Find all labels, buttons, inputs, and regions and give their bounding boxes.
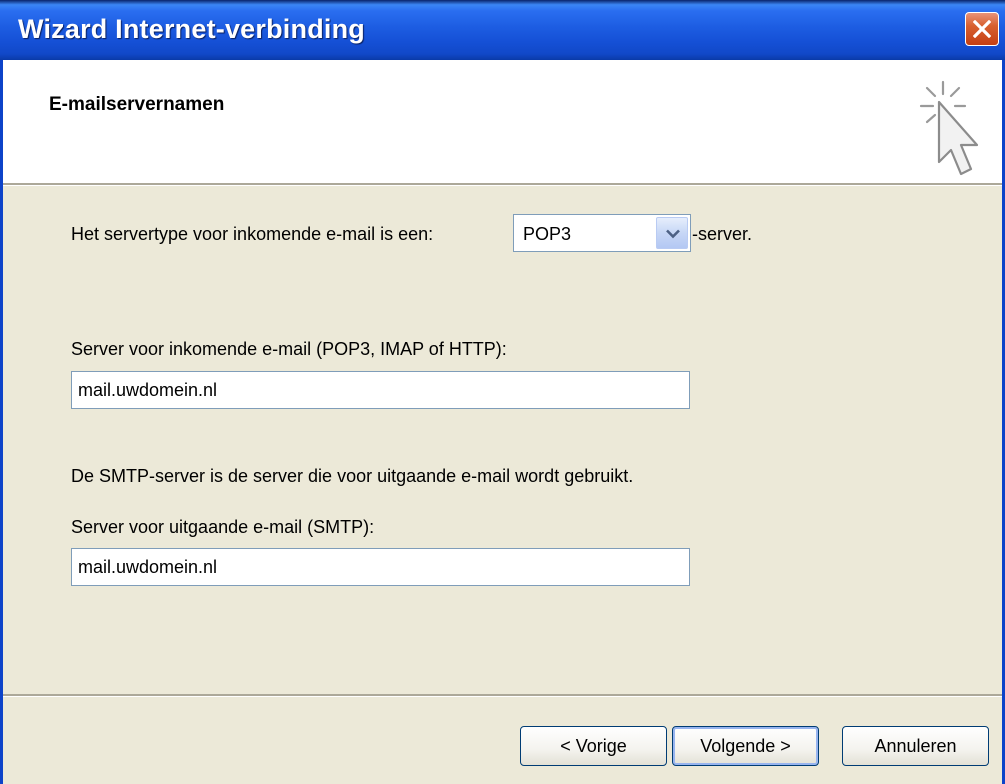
header-divider [3, 183, 1002, 186]
wizard-header: E-mailservernamen [3, 60, 1002, 183]
chevron-down-icon [666, 229, 680, 239]
footer-divider [3, 694, 1002, 697]
back-button[interactable]: < Vorige [520, 726, 667, 766]
server-type-dropdown-button[interactable] [656, 217, 688, 249]
page-title: E-mailservernamen [49, 94, 225, 115]
server-type-label: Het servertype voor inkomende e-mail is … [71, 224, 434, 244]
window-title: Wizard Internet-verbinding [18, 14, 365, 44]
outgoing-server-label: Server voor uitgaande e-mail (SMTP): [71, 517, 375, 537]
next-button[interactable]: Volgende > [672, 726, 819, 766]
wizard-cursor-icon [919, 80, 979, 176]
server-type-value: POP3 [523, 224, 572, 244]
cancel-button[interactable]: Annuleren [842, 726, 989, 766]
incoming-server-label: Server voor inkomende e-mail (POP3, IMAP… [71, 339, 507, 359]
incoming-server-input[interactable] [71, 371, 690, 409]
close-button[interactable] [965, 12, 999, 46]
wizard-window: Wizard Internet-verbinding E-mailservern… [0, 0, 1005, 784]
smtp-info-text: De SMTP-server is de server die voor uit… [71, 466, 634, 486]
server-type-select[interactable]: POP3 [513, 214, 691, 252]
outgoing-server-input[interactable] [71, 548, 690, 586]
close-icon [973, 20, 991, 38]
server-type-suffix: -server. [692, 224, 753, 244]
title-bar[interactable]: Wizard Internet-verbinding [0, 0, 1005, 60]
